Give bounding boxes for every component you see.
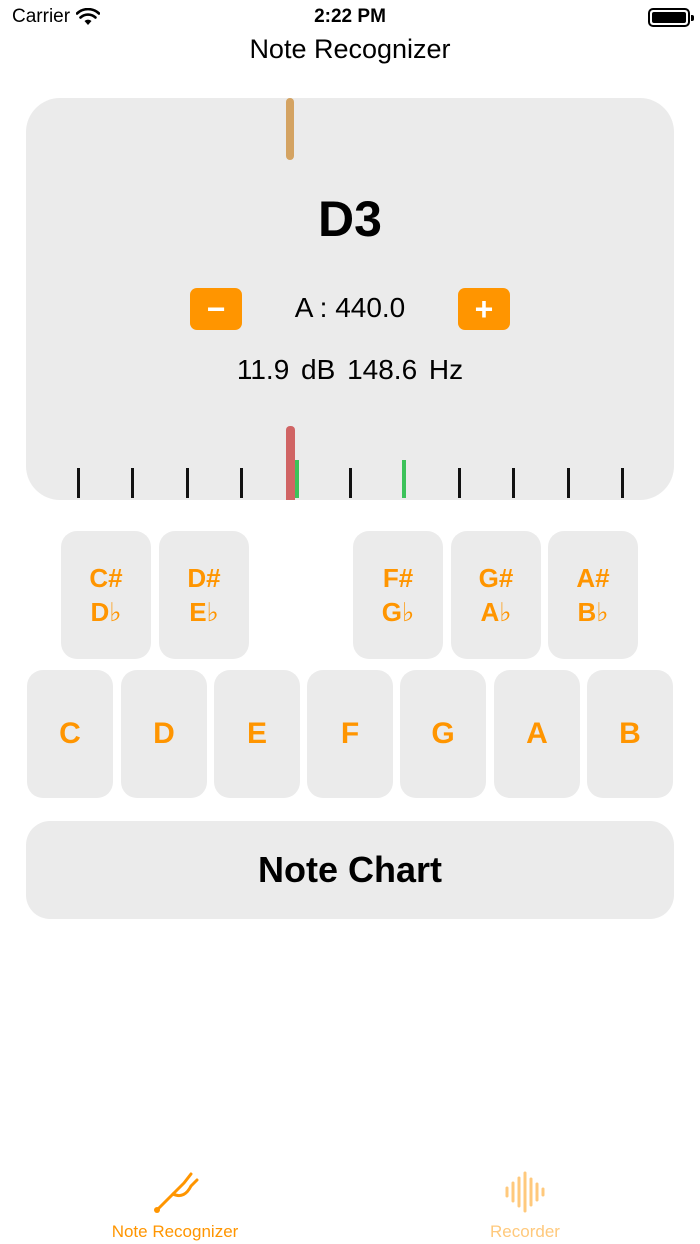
tab-note-recognizer[interactable]: Note Recognizer bbox=[0, 1156, 350, 1244]
status-time: 2:22 PM bbox=[314, 6, 386, 27]
increase-reference-button[interactable]: + bbox=[458, 288, 510, 330]
in-tune-marker bbox=[295, 460, 299, 498]
key-a-sharp[interactable]: A# B♭ bbox=[548, 531, 638, 659]
key-flat-label: D♭ bbox=[90, 597, 122, 627]
key-flat-label: B♭ bbox=[577, 597, 609, 627]
key-sharp-label: D# bbox=[187, 563, 221, 593]
note-chart-button[interactable]: Note Chart bbox=[26, 821, 674, 919]
scale-tick bbox=[186, 468, 189, 498]
key-g-sharp[interactable]: G# A♭ bbox=[451, 531, 541, 659]
scale-tick bbox=[349, 468, 352, 498]
battery-level bbox=[652, 12, 686, 23]
tab-label: Note Recognizer bbox=[111, 1222, 239, 1241]
waveform-icon bbox=[505, 1171, 545, 1213]
key-e[interactable]: E bbox=[214, 670, 300, 798]
target-marker bbox=[402, 460, 406, 498]
key-f[interactable]: F bbox=[307, 670, 393, 798]
key-sharp-label: A# bbox=[576, 563, 610, 593]
scale-tick bbox=[240, 468, 243, 498]
tab-label: Recorder bbox=[490, 1222, 560, 1241]
detected-note: D3 bbox=[318, 191, 382, 247]
key-flat-label: A♭ bbox=[480, 597, 512, 627]
key-flat-label: E♭ bbox=[189, 597, 219, 627]
key-f-sharp[interactable]: F# G♭ bbox=[353, 531, 443, 659]
battery-icon bbox=[648, 8, 694, 27]
key-d[interactable]: D bbox=[121, 670, 207, 798]
tuner-panel: D3 − A : 440.0 + 11.9 dB 148.6 Hz bbox=[26, 98, 674, 500]
reference-pitch-stepper: − A : 440.0 + bbox=[26, 288, 674, 330]
scale-tick bbox=[458, 468, 461, 498]
key-sharp-label: C# bbox=[89, 563, 123, 593]
key-c-sharp[interactable]: C# D♭ bbox=[61, 531, 151, 659]
level-frequency-readout: 11.9 dB 148.6 Hz bbox=[236, 354, 464, 385]
status-bar: Carrier 2:22 PM bbox=[0, 0, 700, 36]
scale-tick bbox=[512, 468, 515, 498]
key-d-sharp[interactable]: D# E♭ bbox=[159, 531, 249, 659]
key-b[interactable]: B bbox=[587, 670, 673, 798]
tuning-scale bbox=[26, 418, 674, 500]
page-title: Note Recognizer bbox=[249, 34, 451, 64]
scale-tick bbox=[77, 468, 80, 498]
key-a[interactable]: A bbox=[494, 670, 580, 798]
key-flat-label: G♭ bbox=[381, 597, 415, 627]
key-c[interactable]: C bbox=[27, 670, 113, 798]
key-g[interactable]: G bbox=[400, 670, 486, 798]
reference-pitch-label: A : 440.0 bbox=[294, 292, 406, 323]
tuning-fork-icon bbox=[154, 1172, 199, 1213]
key-sharp-label: G# bbox=[478, 563, 514, 593]
scale-tick bbox=[621, 468, 624, 498]
scale-tick bbox=[567, 468, 570, 498]
pitch-indicator-top bbox=[286, 98, 294, 160]
key-sharp-label: F# bbox=[382, 563, 414, 593]
tab-recorder[interactable]: Recorder bbox=[350, 1156, 700, 1244]
tab-bar: Note Recognizer Recorder bbox=[0, 1156, 700, 1244]
scale-tick bbox=[131, 468, 134, 498]
tuning-needle bbox=[286, 426, 295, 500]
screen: Carrier 2:22 PM Note Recognizer D3 − A :… bbox=[0, 0, 700, 1244]
